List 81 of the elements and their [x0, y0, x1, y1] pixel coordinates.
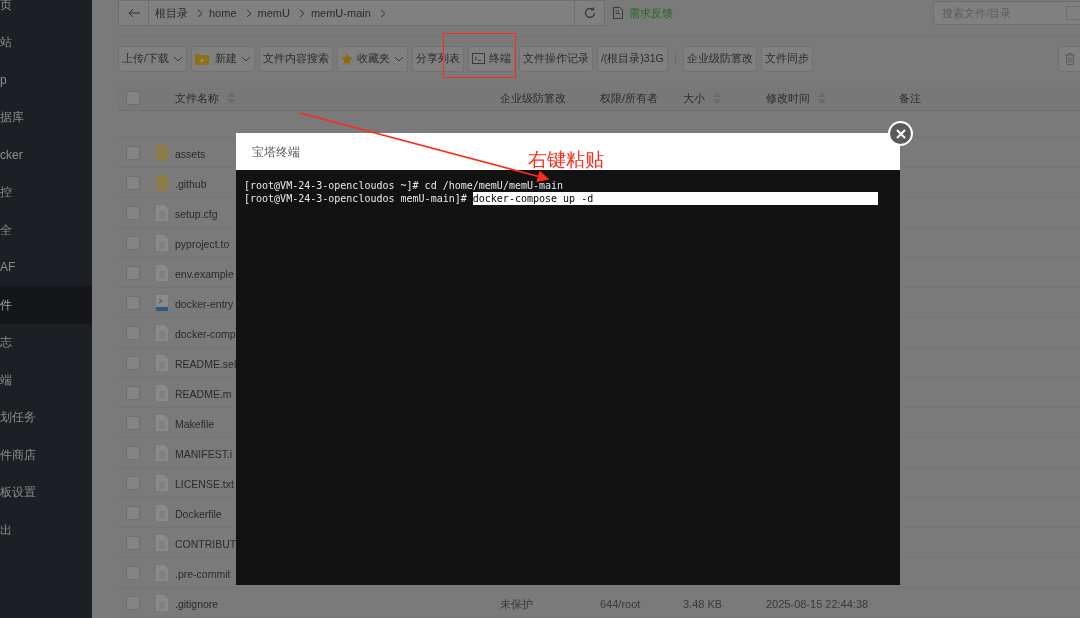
breadcrumb-link[interactable]: memU [257, 4, 290, 22]
script-file-icon [156, 294, 168, 311]
sidebar-item[interactable]: 件商店 [0, 436, 92, 474]
caret-icon [393, 55, 404, 62]
sidebar-item[interactable]: 端 [0, 361, 92, 399]
chevron-icon [298, 8, 305, 18]
breadcrumb-link[interactable]: home [209, 4, 237, 22]
refresh-button[interactable] [575, 0, 605, 26]
sidebar-item[interactable]: 划任务 [0, 398, 92, 436]
column-header: 备注 [899, 90, 921, 106]
file-name[interactable]: docker-comp [175, 327, 236, 340]
terminal-prompt: [root@VM-24-3-opencloudos memU-main]# [244, 192, 467, 205]
sidebar-item[interactable]: 出 [0, 511, 92, 549]
breadcrumb-link[interactable]: memU-main [310, 4, 371, 22]
file-name[interactable]: Makefile [175, 417, 215, 430]
back-arrow-icon [127, 8, 140, 18]
toolbar-button[interactable]: 文件同步 [760, 45, 813, 72]
toolbar-button[interactable]: 文件内容搜索 [258, 45, 333, 72]
caret-icon [240, 55, 251, 62]
folder-plus-icon [194, 52, 209, 65]
chevron-icon [245, 8, 252, 18]
file-name[interactable]: Dockerfile [175, 507, 222, 520]
column-header[interactable]: 文件名称 [175, 89, 219, 107]
sidebar-item[interactable]: 板设置 [0, 473, 92, 511]
sidebar-item[interactable]: 志 [0, 323, 92, 361]
column-header[interactable]: 大小 [683, 89, 705, 107]
file-name[interactable]: docker-entry [175, 297, 234, 310]
toolbar-button[interactable]: 文件操作记录 [518, 45, 593, 72]
table-cell: 2025-08-15 22:44:38 [766, 597, 869, 610]
sidebar-item[interactable]: 页 [0, 0, 92, 24]
sidebar-item[interactable]: 据库 [0, 98, 92, 136]
trash-icon [1064, 52, 1075, 65]
file-name[interactable]: README.sel [175, 357, 237, 370]
terminal-icon [471, 53, 485, 65]
file-name[interactable]: CONTRIBUT [175, 537, 237, 550]
file-name[interactable]: MANIFEST.i [175, 447, 233, 460]
toolbar-button[interactable]: 上传/下载 [118, 45, 187, 72]
table-cell: 未保护 [500, 597, 533, 610]
toolbar-button[interactable]: 收藏夹 [336, 45, 408, 72]
column-header[interactable]: 修改时间 [766, 89, 810, 107]
breadcrumb-link[interactable]: 根目录 [155, 4, 188, 22]
toolbar-button[interactable]: 终端 [467, 45, 515, 72]
star-icon [340, 52, 353, 65]
column-header: 权限/所有者 [600, 90, 659, 106]
document-edit-icon [613, 7, 623, 19]
file-name[interactable]: pyproject.to [175, 237, 230, 250]
dialog-title: 宝塔终端 [252, 143, 300, 161]
toolbar-button[interactable]: 企业级防篡改 [682, 45, 757, 72]
file-name[interactable]: setup.cfg [175, 207, 218, 220]
file-name[interactable]: .gitignore [175, 597, 219, 610]
sidebar-item[interactable]: 控 [0, 173, 92, 211]
refresh-icon [583, 7, 596, 19]
close-button[interactable] [888, 121, 913, 146]
annotation-text: 右键粘贴 [528, 148, 604, 172]
file-name[interactable]: .pre-commit [175, 567, 231, 580]
sidebar-item[interactable]: cker [0, 136, 92, 174]
folder-icon [156, 174, 168, 191]
delete-button[interactable] [1058, 45, 1080, 72]
chevron-icon [197, 8, 203, 18]
sidebar-item[interactable]: p [0, 61, 92, 99]
terminal-command: cd /home/memU/memU-main [424, 179, 564, 192]
file-name[interactable]: LICENSE.txt [175, 477, 234, 490]
table-cell: 644/root [600, 597, 641, 610]
table-cell: 3.48 KB [683, 597, 723, 610]
sidebar-item[interactable]: 站 [0, 23, 92, 61]
file-name[interactable]: assets [175, 147, 206, 160]
sidebar-item[interactable]: 件 [0, 286, 92, 324]
terminal-prompt: [root@VM-24-3-opencloudos ~]# [244, 179, 419, 192]
toolbar-button[interactable]: 新建 [190, 45, 255, 72]
caret-icon [172, 55, 183, 62]
column-header: 企业级防篡改 [500, 90, 566, 106]
sidebar-item[interactable]: 全 [0, 211, 92, 249]
file-name[interactable]: env.example [175, 267, 234, 280]
terminal-command: docker-compose up -d [472, 192, 878, 205]
sidebar-item[interactable]: AF [0, 248, 92, 286]
chevron-icon [379, 8, 386, 18]
file-name[interactable]: README.m [175, 387, 232, 400]
close-icon [895, 128, 906, 139]
toolbar-button[interactable]: /(根目录)31G [596, 45, 668, 72]
folder-icon [156, 144, 168, 161]
file-name[interactable]: .github [175, 177, 207, 190]
